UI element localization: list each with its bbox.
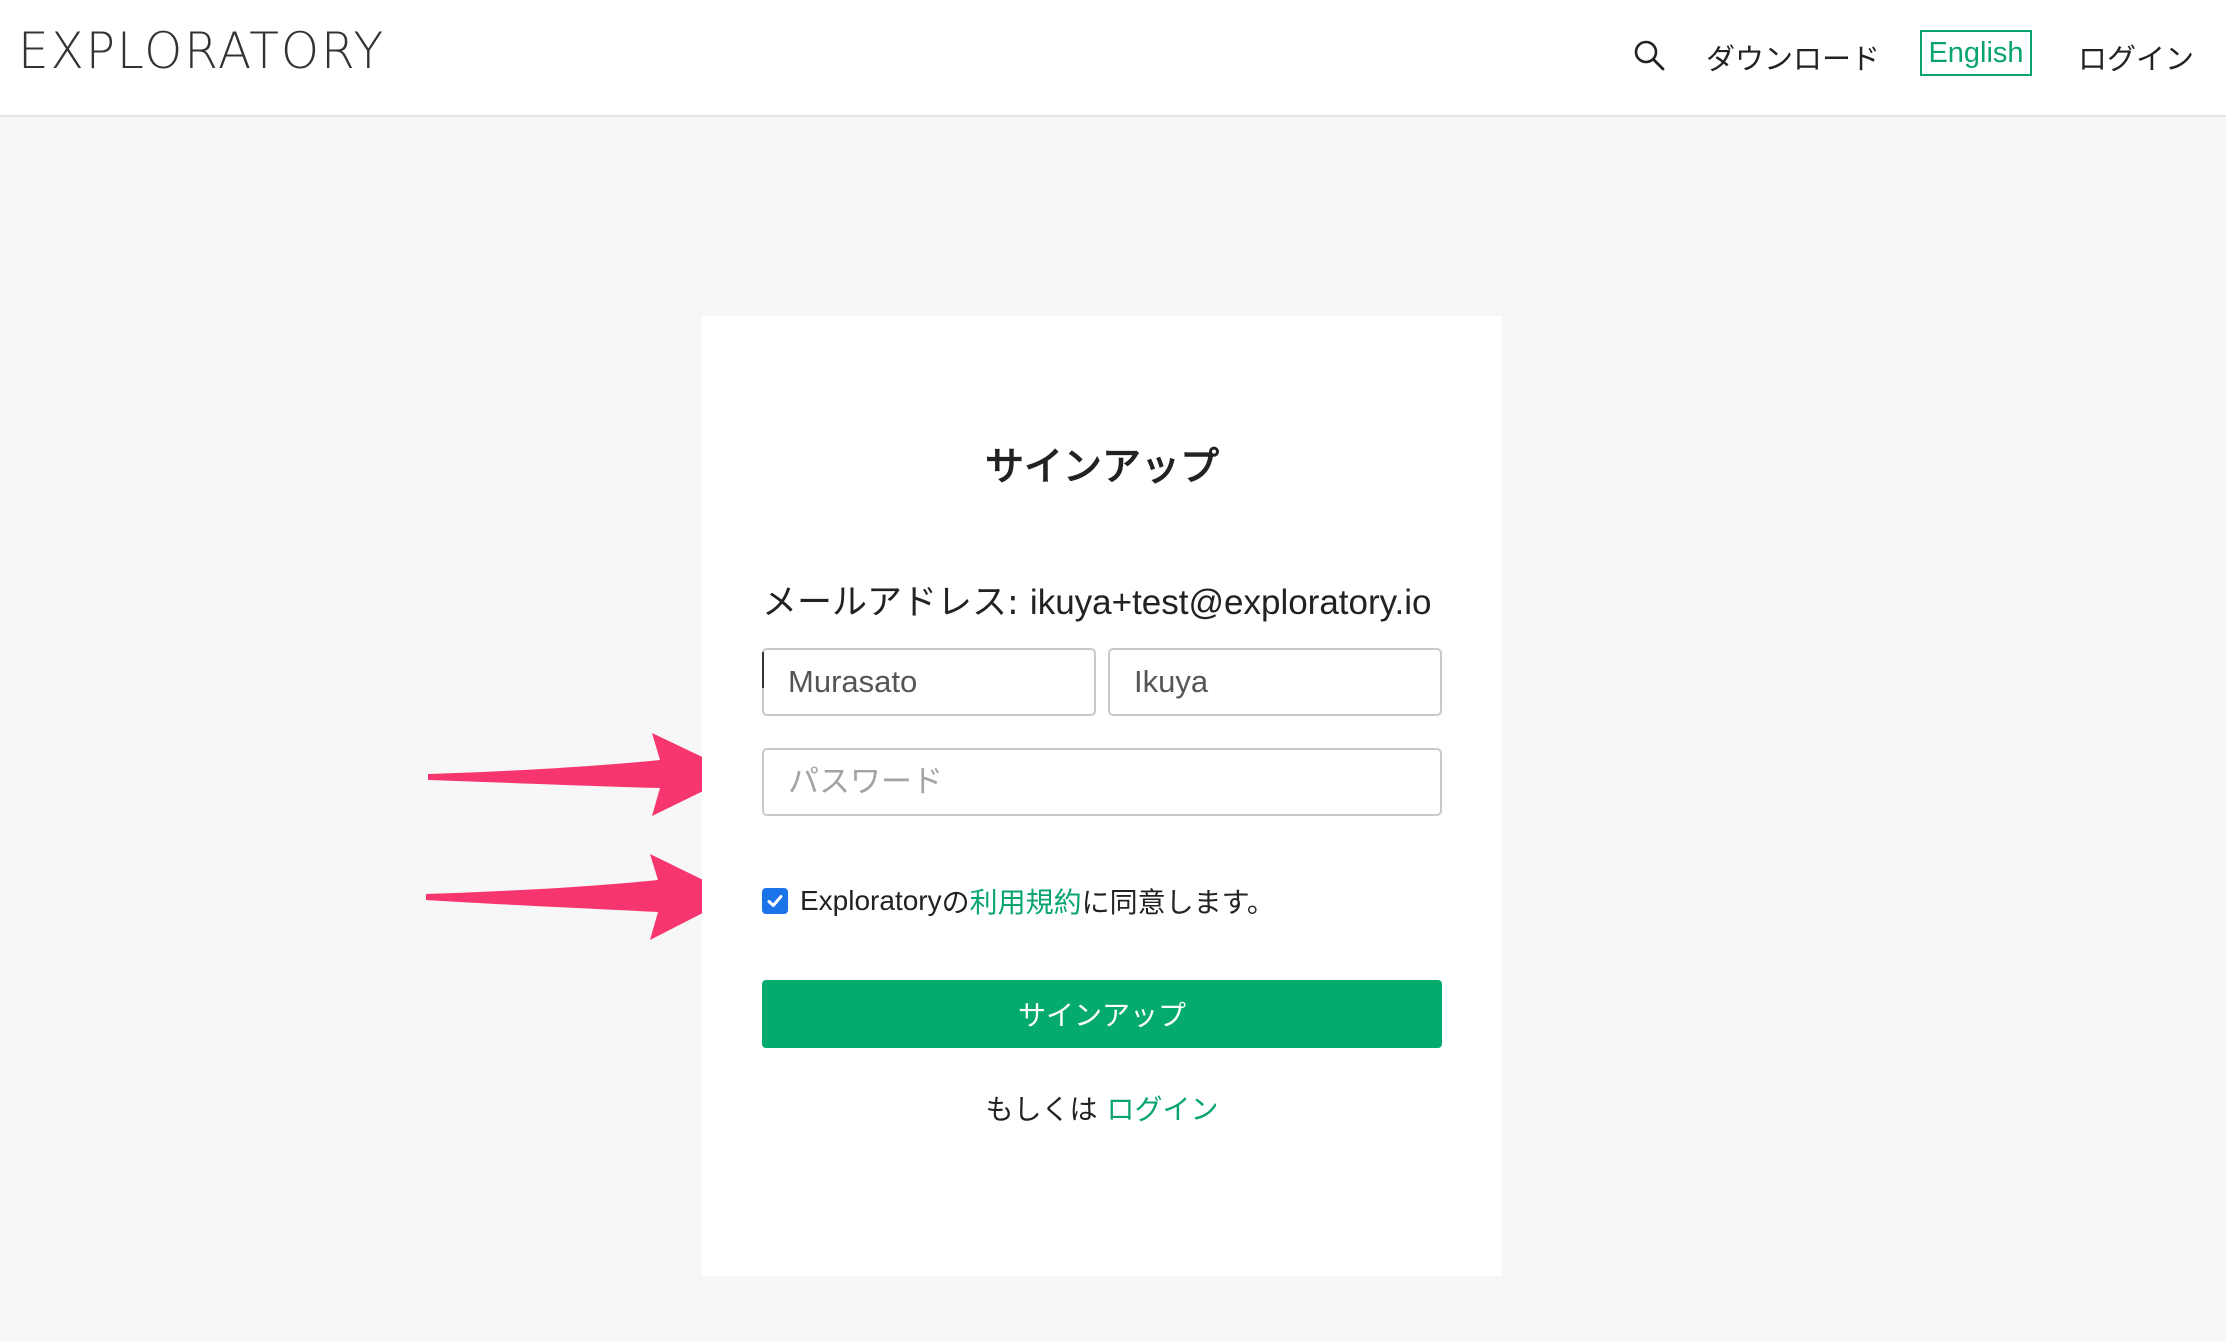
last-name-input[interactable] xyxy=(762,648,1096,716)
signup-card: サインアップ メールアドレス: ikuya+test@exploratory.i… xyxy=(702,316,1502,1276)
email-label: メールアドレス: xyxy=(762,583,1030,623)
nav-login-link[interactable]: ログイン xyxy=(2078,36,2194,78)
first-name-input[interactable] xyxy=(1108,648,1442,716)
terms-of-service-link[interactable]: 利用規約 xyxy=(970,881,1082,921)
email-display: メールアドレス: ikuya+test@exploratory.io xyxy=(762,574,1432,625)
or-login-line: もしくは ログイン xyxy=(702,1088,1502,1128)
annotation-arrow-icon xyxy=(428,733,738,816)
language-switch-button[interactable]: English xyxy=(1920,30,2032,76)
or-text: もしくは xyxy=(985,1093,1107,1126)
checkmark-icon xyxy=(767,895,783,907)
email-value: ikuya+test@exploratory.io xyxy=(1029,583,1432,622)
terms-suffix: に同意します。 xyxy=(1081,886,1275,919)
signup-title: サインアップ xyxy=(984,445,1219,490)
nav-download-link[interactable]: ダウンロード xyxy=(1706,36,1880,78)
login-link[interactable]: ログイン xyxy=(1106,1093,1218,1126)
search-icon[interactable] xyxy=(1632,38,1666,72)
text-cursor xyxy=(762,652,764,688)
terms-particle: の xyxy=(941,886,970,919)
annotation-arrow-icon xyxy=(426,854,736,940)
top-navbar: EXPLORATORY ダウンロード English ログイン xyxy=(0,0,2226,117)
signup-button[interactable]: サインアップ xyxy=(762,980,1442,1048)
exploratory-logo[interactable]: EXPLORATORY xyxy=(18,22,385,80)
terms-checkbox[interactable] xyxy=(762,888,788,914)
terms-brand: Exploratory xyxy=(800,885,942,916)
password-input[interactable] xyxy=(762,748,1442,816)
terms-agreement: Exploratory の利用規約 に同意します。 xyxy=(762,881,1275,921)
